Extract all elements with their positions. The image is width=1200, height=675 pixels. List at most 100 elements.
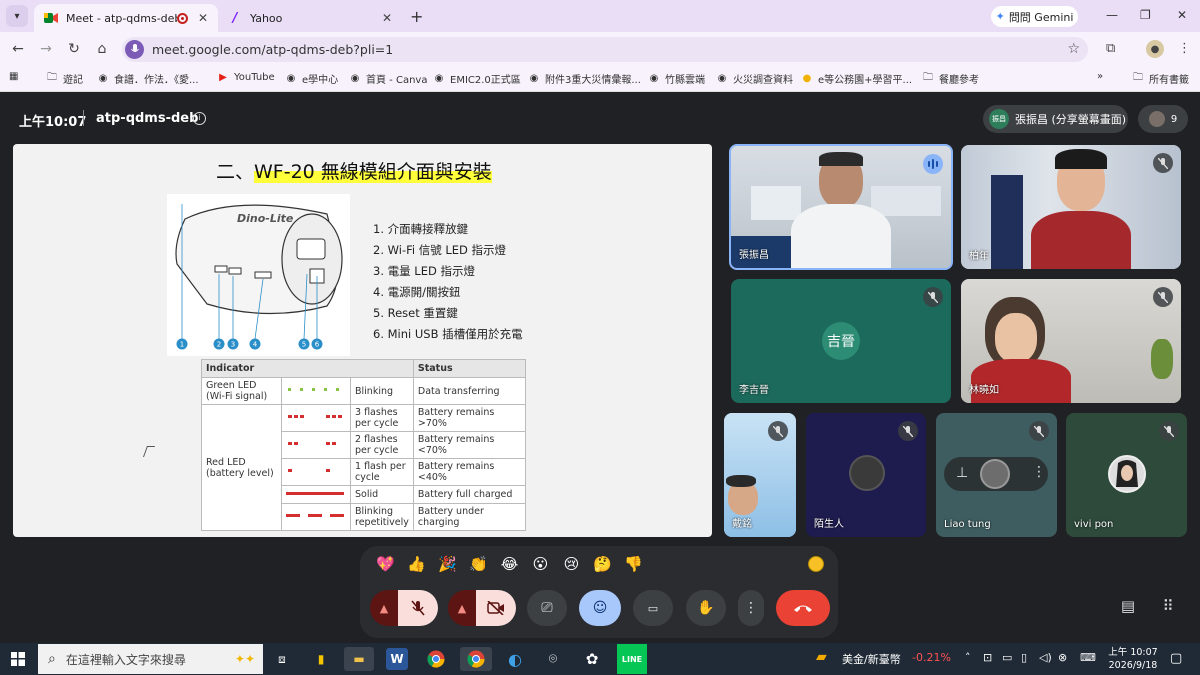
skin-tone-selector-icon[interactable] — [808, 556, 824, 572]
profile-avatar[interactable]: ● — [1146, 40, 1164, 58]
edge-icon[interactable]: ◐ — [503, 647, 527, 671]
forward-icon[interactable]: → — [32, 41, 60, 57]
tray-status-icon[interactable]: ⊗ — [1058, 651, 1067, 664]
bookmark-item[interactable]: ◉ e學中心 — [285, 71, 339, 86]
close-tab-icon[interactable]: ✕ — [198, 11, 208, 25]
participant-tile[interactable]: 吉晉 李吉晉 — [731, 279, 951, 403]
bookmark-item[interactable]: ▶ YouTube — [217, 71, 275, 83]
extensions-icon[interactable]: ⧉ — [1106, 41, 1115, 56]
file-explorer-icon[interactable]: ▬ — [344, 647, 374, 671]
word-icon[interactable]: W — [386, 648, 408, 670]
step-item: 5. Reset 重置鍵 — [373, 306, 458, 320]
more-options-icon[interactable]: ⋮ — [1032, 464, 1046, 480]
tray-chevron-icon[interactable]: ˄ — [965, 651, 971, 664]
microphone-in-use-icon[interactable] — [125, 40, 144, 59]
chrome-icon[interactable] — [424, 647, 448, 671]
reaction-thumbs-up[interactable]: 👍 — [403, 555, 430, 573]
restore-icon[interactable]: ❐ — [1140, 8, 1151, 22]
participant-tile[interactable]: 陌生人 — [806, 413, 926, 537]
reaction-laugh[interactable]: 😂 — [496, 555, 523, 573]
reaction-heart[interactable]: 💖 — [372, 555, 399, 573]
bookmark-item[interactable]: 🗀 餐廳參考 — [922, 71, 979, 86]
info-icon[interactable]: i — [193, 112, 206, 125]
gemini-button[interactable]: ✦ 問問 Gemini — [991, 6, 1078, 27]
chat-icon[interactable]: ▤ — [1115, 593, 1141, 619]
chatgpt-icon[interactable]: ✿ — [580, 647, 604, 671]
reaction-thinking[interactable]: 🤔 — [589, 555, 616, 573]
all-bookmarks[interactable]: 🗀 所有書籤 — [1132, 71, 1189, 86]
taskbar-app-icon[interactable]: ▮ — [309, 647, 333, 671]
participant-tile[interactable]: 張振昌 — [729, 144, 953, 270]
bookmark-item[interactable]: ◉ 附件3重大災情彙報... — [528, 71, 641, 86]
back-icon[interactable]: ← — [4, 41, 32, 57]
participant-tile[interactable]: 戴銘 — [724, 413, 796, 537]
home-icon[interactable]: ⌂ — [88, 41, 116, 57]
tab-meet[interactable]: Meet - atp-qdms-deb ✕ — [34, 4, 218, 32]
people-count-chip[interactable]: 9 — [1138, 105, 1188, 133]
present-screen-button[interactable]: ⎚ — [527, 590, 567, 626]
participant-tile[interactable]: 林曉如 — [961, 279, 1181, 403]
reload-icon[interactable]: ↻ — [60, 41, 88, 57]
reaction-thumbs-down[interactable]: 👎 — [620, 555, 647, 573]
presenter-chip[interactable]: 振昌 張振昌 (分享螢幕畫面) — [983, 105, 1128, 133]
taskbar-search-box[interactable]: ⌕ 在這裡輸入文字來搜尋 ✦✦ — [38, 644, 263, 674]
bookmark-item[interactable]: ◉ 食譜．作法．《愛... — [97, 71, 199, 86]
keyboard-icon[interactable]: ⌨ — [1080, 651, 1096, 664]
notifications-icon[interactable]: ▢ — [1170, 651, 1182, 666]
activities-icon[interactable]: ⠿ — [1155, 593, 1181, 619]
close-tab-icon[interactable]: ✕ — [382, 11, 392, 25]
clock-time: 上午 10:07 — [1108, 647, 1158, 658]
bookmark-item[interactable]: ◉ 竹縣雲端 — [648, 71, 705, 86]
reaction-party[interactable]: 🎉 — [434, 555, 461, 573]
reaction-clap[interactable]: 👏 — [465, 555, 492, 573]
bookmark-item[interactable]: 🗀 遊記 — [46, 71, 83, 86]
tab-title: Meet - atp-qdms-deb — [66, 11, 177, 25]
search-icon: ⌕ — [48, 651, 56, 667]
more-bookmarks-icon[interactable]: » — [1097, 71, 1103, 82]
new-tab-button[interactable]: + — [410, 7, 423, 26]
raise-hand-button[interactable]: ✋ — [686, 590, 726, 626]
minimize-icon[interactable]: — — [1106, 8, 1118, 22]
address-bar[interactable]: meet.google.com/atp-qdms-deb?pli=1 ☆ — [122, 37, 1088, 62]
reactions-button[interactable]: ☺ — [579, 590, 621, 626]
participant-tile[interactable]: ⊥ ⋮ Liao tung — [936, 413, 1057, 537]
chrome-active-icon[interactable] — [460, 647, 492, 671]
bookmark-label: EMIC2.0正式區 — [450, 75, 521, 86]
task-view-icon[interactable]: ⧈ — [270, 647, 294, 671]
audio-options-icon[interactable]: ▲ — [370, 590, 398, 626]
more-options-button[interactable]: ⋮ — [738, 590, 764, 626]
tab-yahoo[interactable]: / Yahoo ✕ — [218, 4, 402, 32]
system-clock[interactable]: 上午 10:07 2026/9/18 — [1103, 646, 1163, 672]
callout-2: 2 — [217, 341, 221, 349]
ticker-label: 美金/新臺幣 — [842, 653, 901, 666]
mic-toggle-button[interactable] — [398, 590, 438, 626]
step-item: 4. 電源開/關按鈕 — [373, 285, 461, 299]
tray-mic-icon[interactable]: ▯ — [1021, 651, 1027, 664]
more-menu-icon[interactable]: ⋮ — [1178, 41, 1191, 56]
tray-display-icon[interactable]: ▭ — [1002, 651, 1012, 664]
reaction-sad[interactable]: 😢 — [558, 555, 585, 573]
close-window-icon[interactable]: ✕ — [1177, 8, 1187, 22]
participant-avatar — [849, 455, 885, 491]
reaction-surprised[interactable]: 😮 — [527, 555, 554, 573]
camera-toggle-button[interactable] — [476, 590, 516, 626]
apps-icon[interactable]: ▦ — [9, 71, 18, 82]
captions-button[interactable]: ▭ — [633, 590, 673, 626]
app-icon[interactable]: ⌾ — [541, 647, 565, 671]
pin-icon[interactable]: ⊥ — [956, 465, 968, 481]
table-header: Status — [412, 359, 527, 378]
line-icon[interactable]: LINE — [617, 644, 647, 674]
volume-icon[interactable]: ◁) — [1039, 651, 1052, 664]
tab-search-button[interactable]: ▾ — [6, 5, 28, 27]
tray-app-icon[interactable]: ⊡ — [983, 651, 992, 664]
bookmark-item[interactable]: ◉ 火災調查資料 — [716, 71, 793, 86]
bookmark-item[interactable]: ◉ EMIC2.0正式區 — [433, 71, 521, 86]
participant-tile[interactable]: 柏年 — [961, 145, 1181, 269]
windows-start-icon[interactable] — [6, 647, 30, 671]
video-options-icon[interactable]: ▲ — [448, 590, 476, 626]
end-call-button[interactable] — [776, 590, 830, 626]
bookmark-star-icon[interactable]: ☆ — [1067, 41, 1080, 57]
participant-tile[interactable]: vivi pon — [1066, 413, 1187, 537]
bookmark-item[interactable]: ◉ 首頁 - Canva — [349, 71, 428, 86]
bookmark-item[interactable]: ● e等公務園+學習平... — [801, 71, 912, 86]
